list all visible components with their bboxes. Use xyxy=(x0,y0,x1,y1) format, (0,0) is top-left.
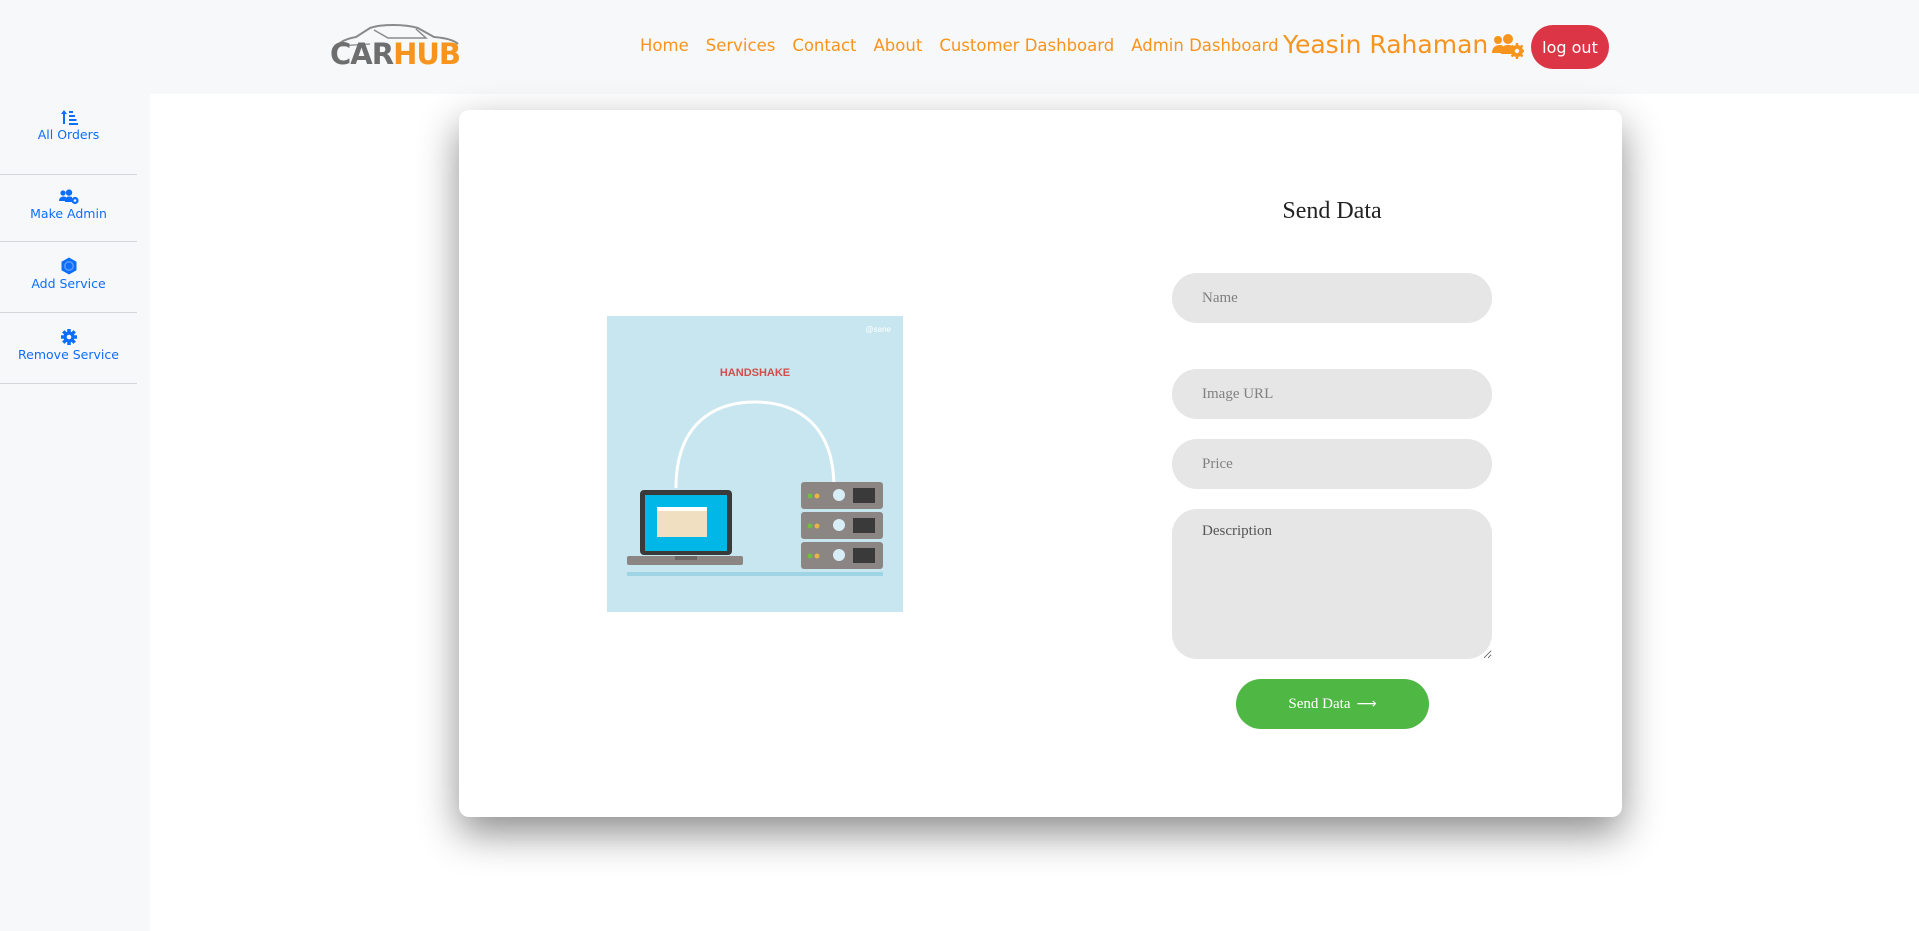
logo-wordmark: CARHUB xyxy=(330,37,461,71)
sidebar-item-label: All Orders xyxy=(37,127,100,142)
handshake-illustration: @sane HANDSHAKE xyxy=(607,316,903,612)
sidebar-item-label: Add Service xyxy=(31,276,106,291)
image-watermark: @sane xyxy=(866,325,892,334)
users-cog-icon xyxy=(1492,34,1524,59)
nav-services[interactable]: Services xyxy=(706,36,776,55)
form-title: Send Data xyxy=(1282,198,1382,224)
image-caption: HANDSHAKE xyxy=(720,367,790,379)
nav-customer-dashboard[interactable]: Customer Dashboard xyxy=(939,36,1114,55)
nav-admin-dashboard[interactable]: Admin Dashboard xyxy=(1131,36,1278,55)
nav-contact[interactable]: Contact xyxy=(792,36,856,55)
sidebar-item-label: Remove Service xyxy=(18,347,119,362)
top-navbar: CARHUB Home Services Contact About Custo… xyxy=(0,0,1919,94)
logo-part-hub: HUB xyxy=(393,37,461,71)
logo-part-car: CAR xyxy=(330,37,394,71)
send-data-label: Send Data xyxy=(1288,695,1351,712)
hexagon-icon xyxy=(61,257,76,275)
carhub-logo[interactable]: CARHUB xyxy=(330,22,472,72)
price-input[interactable] xyxy=(1172,439,1492,489)
cog-icon xyxy=(60,329,77,345)
sidebar-item-add-service[interactable]: Add Service xyxy=(0,242,137,313)
sort-amount-up-icon xyxy=(60,110,78,125)
sidebar-item-label: Make Admin xyxy=(30,206,107,221)
user-name: Yeasin Rahaman xyxy=(1283,30,1489,59)
description-textarea[interactable] xyxy=(1172,509,1492,659)
main-nav: Home Services Contact About Customer Das… xyxy=(640,36,1296,55)
nav-about[interactable]: About xyxy=(874,36,923,55)
sidebar-item-all-orders[interactable]: All Orders xyxy=(0,108,137,175)
nav-home[interactable]: Home xyxy=(640,36,689,55)
image-url-input[interactable] xyxy=(1172,369,1492,419)
long-arrow-right-icon: ⟶ xyxy=(1356,696,1377,712)
users-cog-icon xyxy=(58,189,79,205)
laptop-server-image: @sane HANDSHAKE xyxy=(607,316,903,612)
send-data-button[interactable]: Send Data ⟶ xyxy=(1236,679,1429,729)
sidebar-item-remove-service[interactable]: Remove Service xyxy=(0,313,137,384)
sidebar-item-make-admin[interactable]: Make Admin xyxy=(0,175,137,242)
admin-sidebar: All Orders Make Admin Add Service Remove… xyxy=(0,94,150,931)
logout-button[interactable]: log out xyxy=(1531,25,1609,69)
name-input[interactable] xyxy=(1172,273,1492,323)
